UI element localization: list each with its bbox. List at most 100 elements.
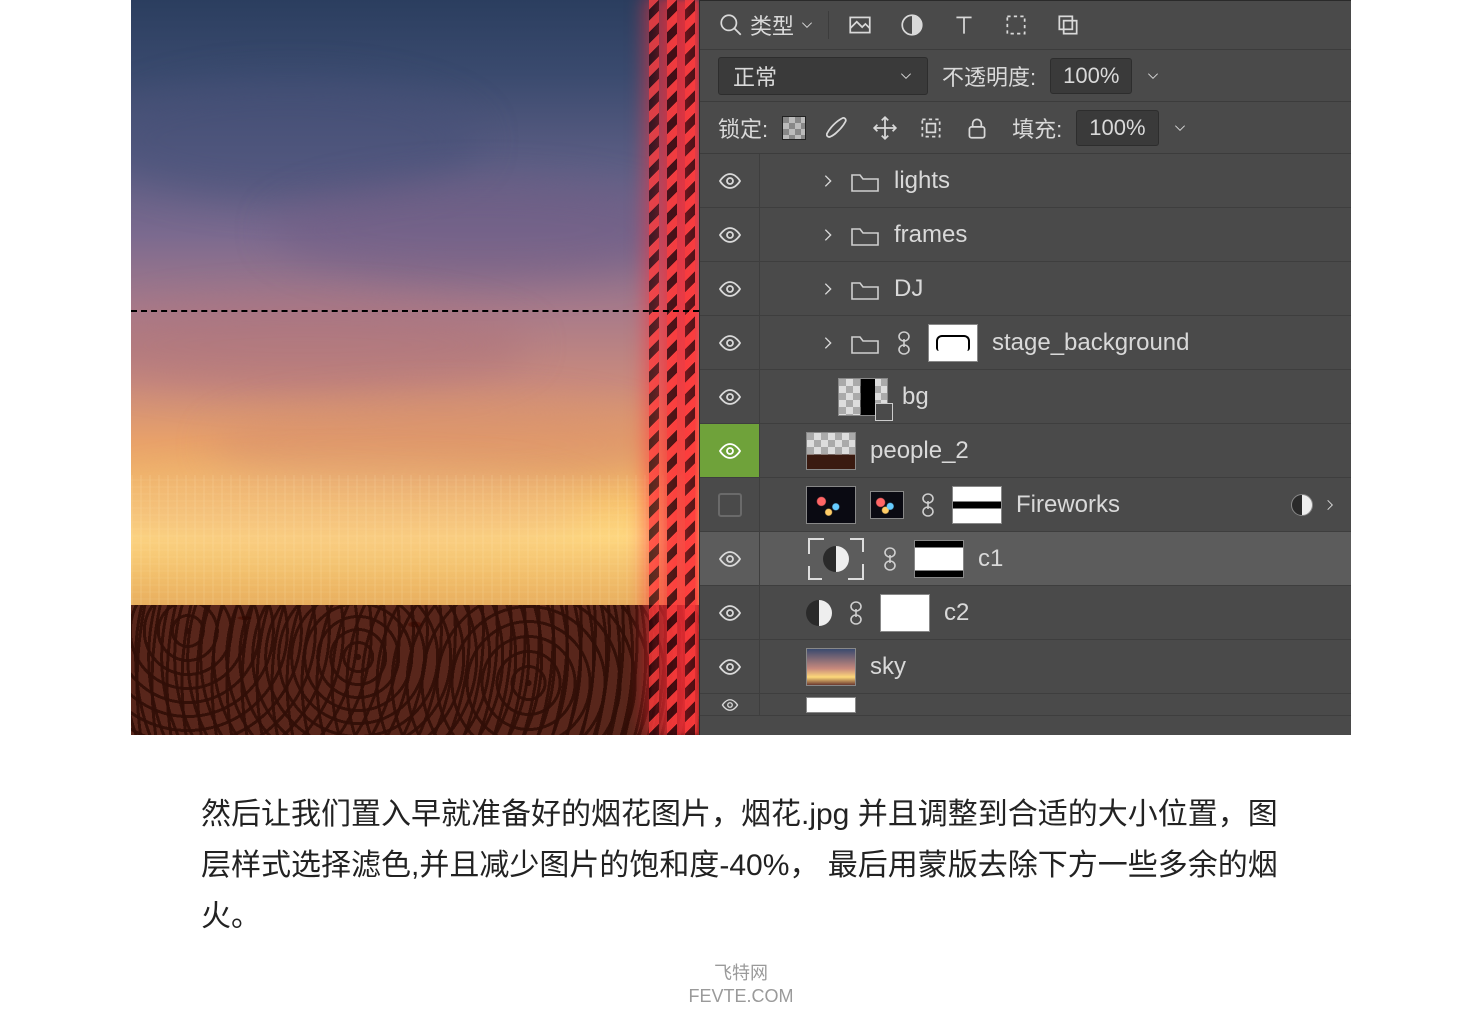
layer-name: DJ: [894, 275, 923, 303]
visibility-toggle[interactable]: [700, 154, 760, 207]
chevron-right-icon[interactable]: [820, 281, 836, 297]
visibility-toggle[interactable]: [700, 370, 760, 423]
shape-layer-filter-icon[interactable]: [1003, 12, 1029, 38]
adjustment-layer-filter-icon[interactable]: [899, 12, 925, 38]
layer-name: Fireworks: [1016, 491, 1120, 519]
adjustment-layer-icon: [823, 546, 849, 572]
chevron-right-icon[interactable]: [820, 335, 836, 351]
layer-name: bg: [902, 383, 929, 411]
layer-thumbnail[interactable]: [806, 486, 856, 524]
chevron-right-icon[interactable]: [820, 173, 836, 189]
lock-brush-icon[interactable]: [826, 115, 852, 141]
caption-text: 然后让我们置入早就准备好的烟花图片，烟花.jpg 并且调整到合适的大小位置，图层…: [201, 798, 1278, 933]
visibility-toggle[interactable]: [700, 694, 760, 716]
eye-icon: [718, 547, 742, 571]
link-icon: [894, 330, 914, 356]
search-icon: [718, 12, 744, 38]
eye-icon: [718, 655, 742, 679]
fill-field[interactable]: 100%: [1076, 110, 1158, 146]
folder-icon: [850, 331, 880, 355]
chevron-down-icon[interactable]: [1146, 69, 1160, 83]
chevron-down-icon: [800, 18, 814, 32]
filter-icons: [843, 12, 1081, 38]
opacity-label: 不透明度:: [942, 60, 1036, 92]
link-icon: [880, 546, 900, 572]
chevron-down-icon[interactable]: [1173, 121, 1187, 135]
eye-icon: [718, 601, 742, 625]
eye-icon: [718, 439, 742, 463]
blend-mode-dropdown[interactable]: 正常: [718, 57, 928, 95]
adjustment-layer-icon: [806, 600, 832, 626]
layer-mask-thumbnail[interactable]: [928, 324, 978, 362]
smart-object-filter-icon[interactable]: [1055, 12, 1081, 38]
visibility-toggle[interactable]: [700, 424, 760, 477]
layer-thumbnail[interactable]: [806, 697, 856, 713]
layer-sky[interactable]: sky: [700, 640, 1351, 694]
visibility-toggle[interactable]: [700, 586, 760, 639]
layers-panel: 类型 正常 不透明度: 100%: [699, 0, 1351, 735]
layer-mask-thumbnail[interactable]: [952, 486, 1002, 524]
pixel-layer-filter-icon[interactable]: [847, 12, 873, 38]
blend-row: 正常 不透明度: 100%: [700, 50, 1351, 102]
layer-people-2[interactable]: people_2: [700, 424, 1351, 478]
layer-name: sky: [870, 653, 906, 681]
layer-bg[interactable]: bg: [700, 370, 1351, 424]
eye-icon: [718, 223, 742, 247]
lock-transparency-icon[interactable]: [782, 116, 806, 140]
chevron-right-icon[interactable]: [1323, 498, 1337, 512]
layer-partial[interactable]: [700, 694, 1351, 716]
lock-label: 锁定:: [718, 112, 768, 144]
filter-type-label: 类型: [750, 9, 794, 41]
layer-name: frames: [894, 221, 967, 249]
layer-filter-type[interactable]: 类型: [718, 9, 814, 41]
opacity-field[interactable]: 100%: [1050, 58, 1132, 94]
lock-move-icon[interactable]: [872, 115, 898, 141]
selection-marquee: [131, 310, 699, 312]
layer-thumbnail[interactable]: [806, 648, 856, 686]
fill-label: 填充:: [1012, 112, 1062, 144]
folder-icon: [850, 169, 880, 193]
tutorial-caption: 然后让我们置入早就准备好的烟花图片，烟花.jpg 并且调整到合适的大小位置，图层…: [201, 789, 1281, 942]
visibility-empty-icon: [718, 493, 742, 517]
layer-fireworks[interactable]: Fireworks: [700, 478, 1351, 532]
watermark: 飞特网 FEVTE.COM: [688, 962, 793, 1009]
eye-icon: [718, 385, 742, 409]
eye-icon: [718, 277, 742, 301]
layer-lights[interactable]: lights: [700, 154, 1351, 208]
link-icon: [846, 600, 866, 626]
blend-indicator-icon: [1291, 494, 1313, 516]
layer-frames[interactable]: frames: [700, 208, 1351, 262]
layer-mask-thumbnail[interactable]: [880, 594, 930, 632]
layer-mask-thumbnail[interactable]: [914, 540, 964, 578]
folder-icon: [850, 277, 880, 301]
type-layer-filter-icon[interactable]: [951, 12, 977, 38]
layer-c1[interactable]: c1: [700, 532, 1351, 586]
layer-name: lights: [894, 167, 950, 195]
layer-c2[interactable]: c2: [700, 586, 1351, 640]
visibility-toggle[interactable]: [700, 478, 760, 531]
opacity-value: 100%: [1063, 63, 1119, 89]
visibility-toggle[interactable]: [700, 262, 760, 315]
eye-icon: [721, 696, 739, 714]
visibility-toggle[interactable]: [700, 208, 760, 261]
lock-all-icon[interactable]: [964, 115, 990, 141]
watermark-line1: 飞特网: [688, 962, 793, 985]
visibility-toggle[interactable]: [700, 532, 760, 585]
smart-object-thumbnail[interactable]: [870, 491, 904, 519]
layer-thumbnail[interactable]: [806, 432, 856, 470]
blend-mode-value: 正常: [733, 60, 777, 92]
eye-icon: [718, 169, 742, 193]
layer-name: c2: [944, 599, 969, 627]
layer-dj[interactable]: DJ: [700, 262, 1351, 316]
watermark-line2: FEVTE.COM: [688, 985, 793, 1008]
layer-thumbnail[interactable]: [838, 378, 888, 416]
chevron-down-icon: [899, 69, 913, 83]
fill-value: 100%: [1089, 115, 1145, 141]
layer-name: stage_background: [992, 329, 1189, 357]
visibility-toggle[interactable]: [700, 640, 760, 693]
visibility-toggle[interactable]: [700, 316, 760, 369]
chevron-right-icon[interactable]: [820, 227, 836, 243]
layer-stage-background[interactable]: stage_background: [700, 316, 1351, 370]
lock-artboard-icon[interactable]: [918, 115, 944, 141]
layers-list: lights frames DJ: [700, 154, 1351, 735]
